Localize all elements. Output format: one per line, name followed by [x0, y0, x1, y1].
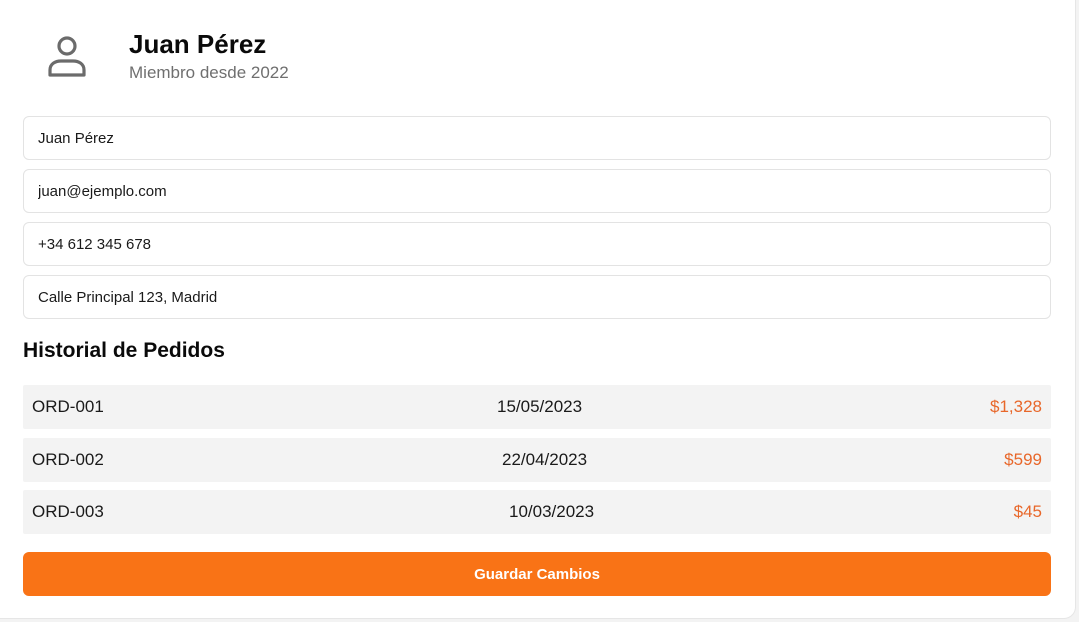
order-row: ORD-001 15/05/2023 $1,328 [23, 385, 1051, 429]
order-id: ORD-001 [32, 397, 104, 416]
profile-card: Juan Pérez Miembro desde 2022 Historial … [0, 0, 1076, 619]
member-since: Miembro desde 2022 [129, 62, 289, 82]
order-id: ORD-002 [32, 450, 104, 469]
order-history-title: Historial de Pedidos [23, 339, 225, 362]
order-amount: $599 [1004, 450, 1042, 469]
order-amount: $1,328 [990, 397, 1042, 416]
user-icon [48, 36, 86, 77]
name-field[interactable] [23, 116, 1051, 160]
order-row: ORD-002 22/04/2023 $599 [23, 438, 1051, 482]
user-name: Juan Pérez [129, 28, 267, 59]
email-field[interactable] [23, 169, 1051, 213]
order-id: ORD-003 [32, 502, 104, 521]
address-field[interactable] [23, 275, 1051, 319]
order-date: 10/03/2023 [509, 502, 595, 521]
name-block: Juan Pérez Miembro desde 2022 [129, 29, 289, 84]
order-row: ORD-003 10/03/2023 $45 [23, 490, 1051, 534]
avatar [44, 30, 90, 82]
phone-field[interactable] [23, 222, 1051, 266]
save-button[interactable]: Guardar Cambios [23, 552, 1051, 596]
profile-header: Juan Pérez Miembro desde 2022 [44, 26, 289, 86]
order-amount: $45 [1013, 502, 1042, 521]
order-date: 15/05/2023 [497, 397, 583, 416]
order-date: 22/04/2023 [502, 450, 588, 469]
